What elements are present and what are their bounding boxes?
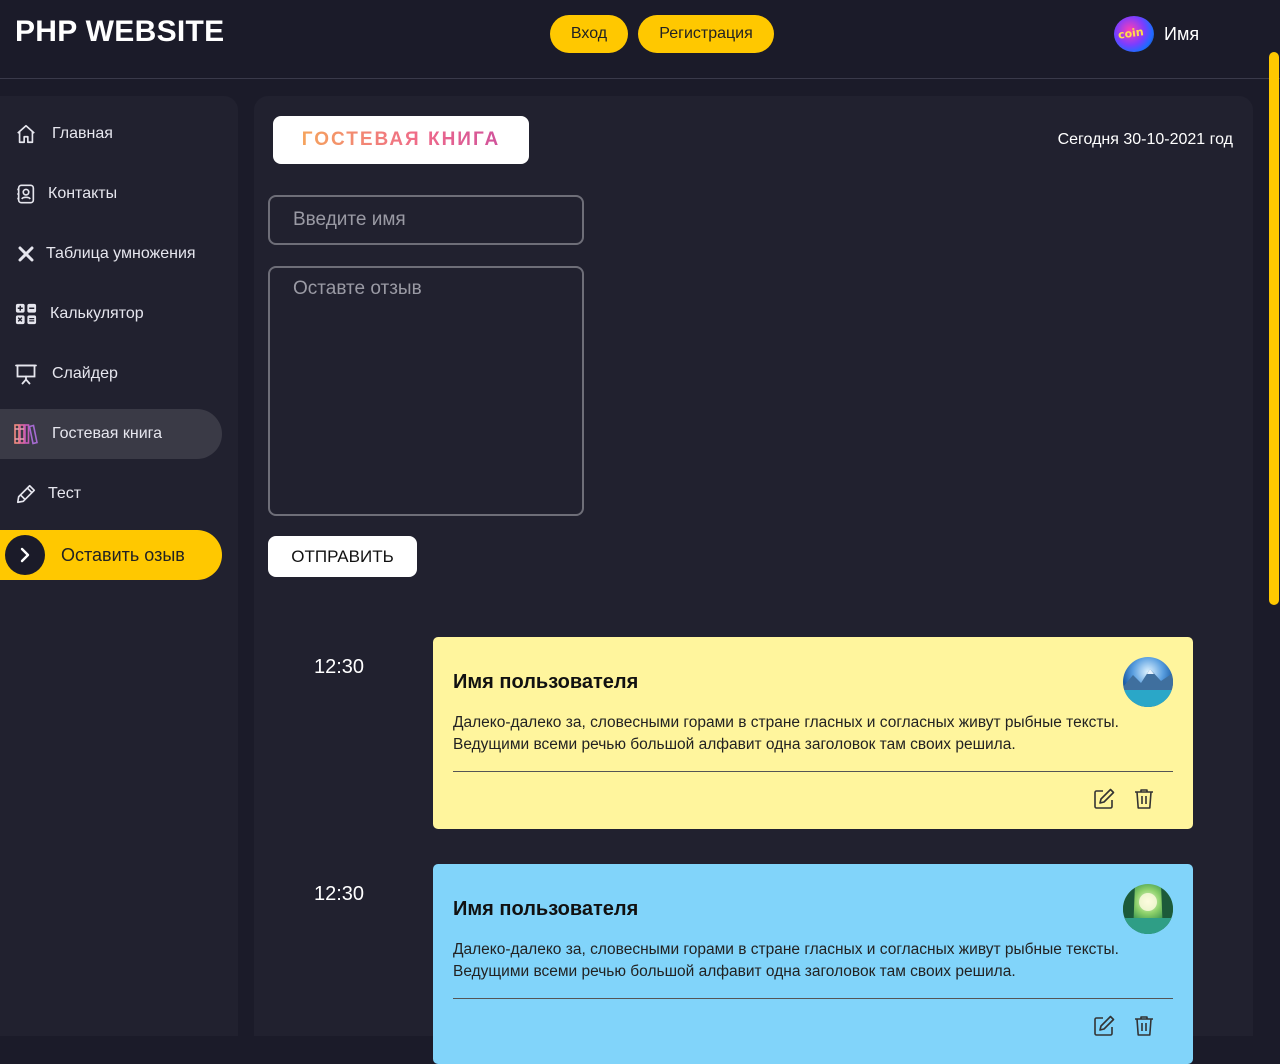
review-text: Далеко-далеко за, словесными горами в ст… [453,714,1119,753]
review-time: 12:30 [314,656,365,678]
pen-icon [14,482,38,506]
header: PHP WEBSITE Вход Регистрация coin Имя [0,0,1280,79]
edit-icon[interactable] [1092,1014,1116,1038]
review-card: Имя пользователя Далеко-далеко за, слове… [433,864,1193,1064]
register-button[interactable]: Регистрация [638,15,774,53]
name-input[interactable] [268,195,584,245]
sidebar-item-contacts[interactable]: Контакты [0,169,222,219]
home-icon [14,122,38,146]
scrollbar-thumb[interactable] [1269,52,1279,605]
sidebar-item-label: Контакты [48,185,118,202]
presentation-icon [14,362,38,386]
avatar-logo-text: coin [1117,25,1145,42]
delete-icon[interactable] [1132,1014,1156,1038]
sidebar-item-home[interactable]: Главная [0,109,222,159]
card-divider [453,771,1173,772]
edit-icon[interactable] [1092,787,1116,811]
user-name: Имя [1164,23,1200,44]
review-avatar [1123,884,1173,934]
sidebar-item-label: Тест [48,485,82,502]
sidebar-item-slider[interactable]: Слайдер [0,349,222,399]
chevron-right-icon [5,535,45,575]
page-title: ГОСТЕВАЯ КНИГА [273,116,529,164]
review-card: Имя пользователя Далеко-далеко за, слове… [433,637,1193,829]
user-avatar: coin [1114,16,1154,52]
sidebar-item-guestbook[interactable]: Гостевая книга [0,409,222,459]
sidebar-item-label: Слайдер [52,365,118,382]
page-title-text: ГОСТЕВАЯ КНИГА [301,129,501,150]
calculator-icon [14,302,38,326]
sidebar-item-label: Главная [52,125,113,142]
leave-review-button[interactable]: Оставить озыв [0,530,222,580]
review-text: Далеко-далеко за, словесными горами в ст… [453,941,1119,980]
sidebar-item-label: Таблица умножения [46,245,196,262]
sidebar-item-calculator[interactable]: Калькулятор [0,289,222,339]
site-logo[interactable]: PHP WEBSITE [15,15,224,49]
send-button[interactable]: ОТПРАВИТЬ [268,536,417,577]
user-menu[interactable]: coin Имя [1114,16,1199,52]
current-date: Сегодня 30-10-2021 год [1057,131,1233,148]
sidebar-item-test[interactable]: Тест [0,469,222,519]
review-textarea[interactable] [268,266,584,516]
review-time: 12:30 [314,883,365,905]
card-divider [453,998,1173,999]
books-icon [14,422,38,446]
leave-review-label: Оставить озыв [61,544,185,565]
sidebar: Главная Контакты Таблица умножения Кальк… [0,96,238,1036]
sidebar-item-multiplication[interactable]: Таблица умножения [0,229,222,279]
multiply-icon [14,242,38,266]
main-content: ГОСТЕВАЯ КНИГА Сегодня 30-10-2021 год ОТ… [254,96,1253,1064]
page-scrollbar[interactable] [1268,50,1280,1024]
login-button[interactable]: Вход [550,15,628,53]
review-author: Имя пользователя [453,898,639,920]
review-author: Имя пользователя [453,671,639,693]
review-avatar [1123,657,1173,707]
delete-icon[interactable] [1132,787,1156,811]
sidebar-item-label: Калькулятор [50,305,144,322]
contacts-icon [14,182,38,206]
sidebar-item-label: Гостевая книга [52,425,163,442]
